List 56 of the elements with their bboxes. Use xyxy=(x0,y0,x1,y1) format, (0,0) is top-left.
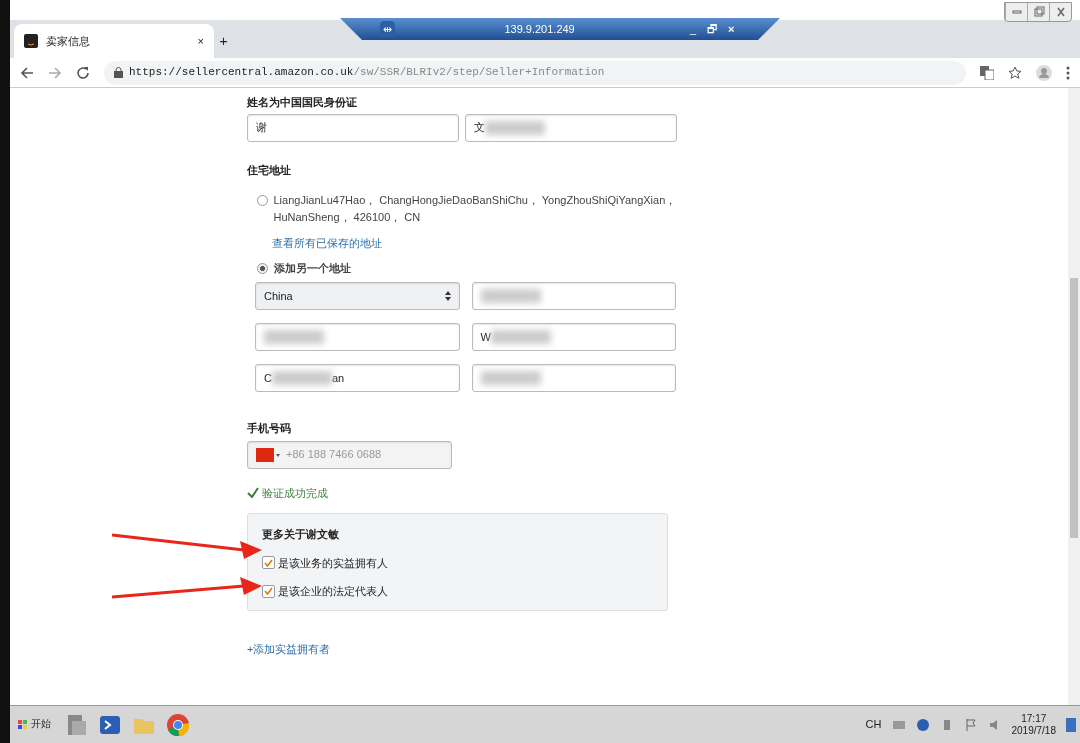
star-icon[interactable] xyxy=(1008,65,1022,80)
radio-label: LiangJianLu47Hao， ChangHongJieDaoBanShiChu， YongZhouShiQiYangXian， HuNanSheng， 426100， CN xyxy=(273,193,677,225)
flag-icon[interactable] xyxy=(963,717,978,732)
select-arrows-icon xyxy=(444,291,451,301)
flag-icon xyxy=(256,447,280,462)
name-field[interactable]: 文 xyxy=(464,113,677,142)
pin-button[interactable]: ⇹ xyxy=(380,20,395,38)
start-button[interactable]: 开始 xyxy=(14,713,55,736)
show-desktop-icon[interactable] xyxy=(1066,717,1076,732)
saved-addresses-link[interactable]: 查看所有已保存的地址 xyxy=(272,235,382,252)
windows-logo-icon xyxy=(17,719,28,730)
radio-button[interactable] xyxy=(257,262,268,274)
menu-icon[interactable] xyxy=(1066,65,1070,80)
chrome-icon[interactable] xyxy=(166,712,191,737)
panel-title: 更多关于谢文敏 xyxy=(262,527,340,542)
browser-tab[interactable]: 卖家信息 × xyxy=(14,24,214,58)
avatar-icon[interactable] xyxy=(1036,64,1052,81)
minimize-button[interactable]: _ xyxy=(684,20,702,38)
restore-button[interactable]: 🗗 xyxy=(701,20,723,38)
address-field[interactable] xyxy=(471,282,676,310)
verified-text: 验证成功完成 xyxy=(261,485,328,501)
field-label: 手机号码 xyxy=(247,421,292,436)
checkbox-label: 是该企业的法定代表人 xyxy=(277,584,388,599)
back-icon[interactable] xyxy=(20,65,34,80)
scrollbar[interactable] xyxy=(1068,88,1080,705)
new-tab-button[interactable]: + xyxy=(219,31,228,53)
close-button[interactable]: × xyxy=(722,20,740,38)
help-icon[interactable] xyxy=(915,717,930,732)
url-text: https://sellercentral.amazon.co.uk/sw/SSR/BLRIv2/step/Seller+Information xyxy=(129,65,605,81)
country-select[interactable]: China xyxy=(255,282,460,310)
address-field[interactable]: W xyxy=(471,323,676,351)
field-label: 姓名为中国国民身份证 xyxy=(247,95,358,110)
checkbox-label: 是该业务的实益拥有人 xyxy=(277,555,388,571)
translate-icon[interactable] xyxy=(980,65,994,80)
close-icon[interactable] xyxy=(1054,6,1067,18)
tab-close-button[interactable]: × xyxy=(197,32,204,50)
site-logo-icon xyxy=(24,34,38,48)
radio-label: 添加另一个地址 xyxy=(273,260,351,276)
add-owner-link[interactable]: +添加实益拥有者 xyxy=(247,640,331,657)
reload-icon[interactable] xyxy=(76,65,90,80)
name-field[interactable]: 谢 xyxy=(247,113,460,142)
clock[interactable]: 17:17 2019/7/18 xyxy=(1011,712,1056,737)
address-field[interactable] xyxy=(255,323,460,351)
language-indicator[interactable]: CH xyxy=(865,716,882,733)
lock-icon xyxy=(114,67,123,78)
forward-icon[interactable] xyxy=(48,65,62,80)
address-field[interactable]: C an xyxy=(255,364,460,392)
checkbox[interactable] xyxy=(262,556,275,570)
checkbox[interactable] xyxy=(262,584,275,598)
check-icon xyxy=(247,487,259,499)
field-label: 住宅地址 xyxy=(247,162,292,178)
address-bar[interactable]: https://sellercentral.amazon.co.uk/sw/SSR/BLRIv2/step/Seller+Information xyxy=(104,60,966,85)
restore-icon[interactable] xyxy=(1032,6,1045,18)
tab-title: 卖家信息 xyxy=(46,33,91,49)
remote-host: 139.9.201.249 xyxy=(503,21,576,37)
address-field[interactable] xyxy=(471,364,676,392)
